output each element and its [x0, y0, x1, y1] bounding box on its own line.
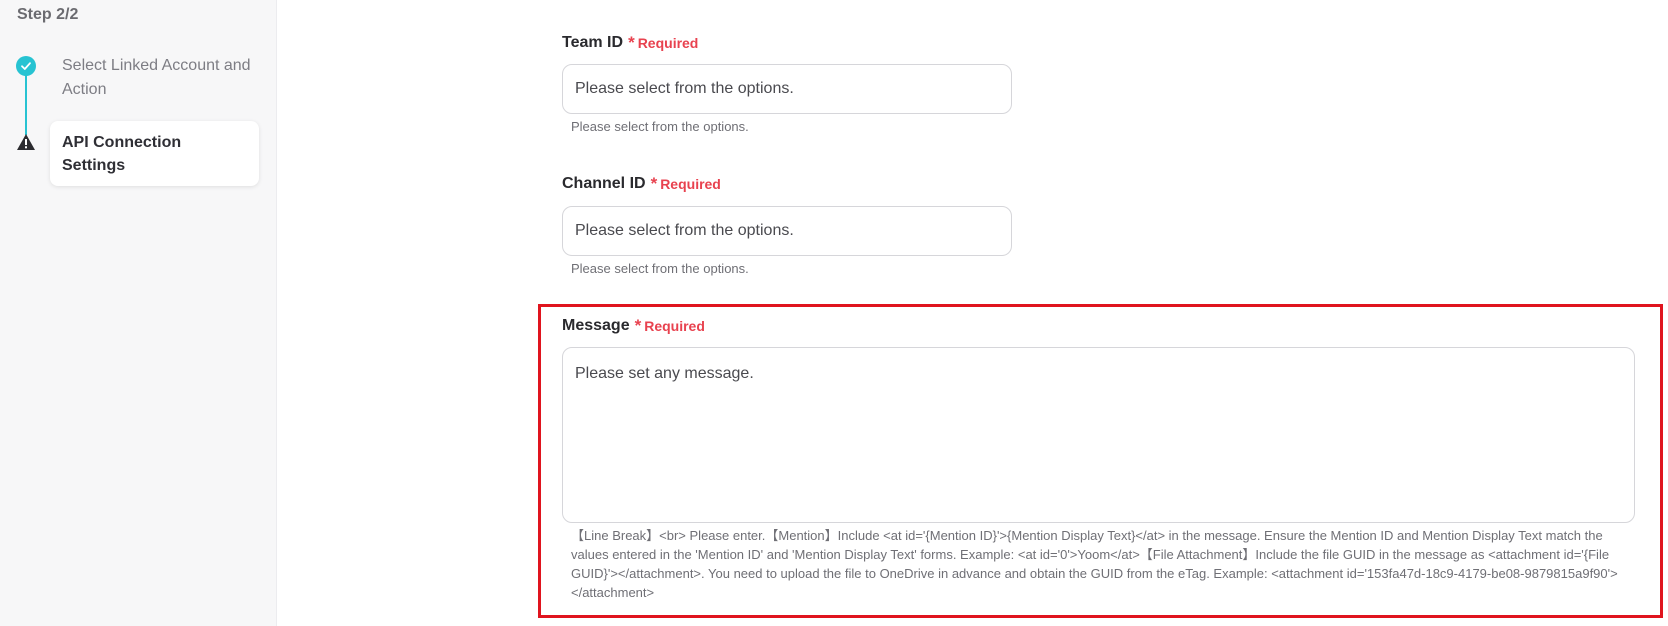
step-label: API Connection Settings: [62, 134, 182, 174]
check-icon: [16, 56, 36, 76]
required-text: Required: [637, 35, 699, 51]
required-star: *: [634, 316, 642, 335]
field-label-text: Team ID: [562, 34, 624, 51]
required-text: Required: [644, 318, 705, 334]
channel-id-hint: Please select from the options.: [571, 261, 749, 276]
field-label-text: Channel ID: [562, 175, 646, 192]
select-placeholder: Please select from the options.: [575, 222, 794, 239]
step-api-connection-settings[interactable]: API Connection Settings: [50, 121, 259, 186]
channel-id-label: Channel ID * Required: [562, 174, 721, 194]
required-star: *: [650, 174, 658, 193]
message-textarea[interactable]: Please set any message.: [562, 347, 1635, 523]
required-star: *: [628, 33, 635, 52]
textarea-placeholder: Please set any message.: [575, 365, 754, 382]
step-indicator: Step 2/2: [17, 6, 79, 23]
sidebar: Step 2/2 Select Linked Account and Actio…: [0, 0, 277, 626]
team-id-label: Team ID * Required: [562, 33, 698, 53]
team-id-select[interactable]: Please select from the options.: [562, 64, 1012, 114]
message-hint: 【Line Break】<br> Please enter.【Mention】I…: [571, 528, 1618, 600]
warning-icon: [17, 134, 35, 150]
required-text: Required: [660, 176, 721, 192]
channel-id-select[interactable]: Please select from the options.: [562, 206, 1012, 256]
message-label: Message * Required: [562, 316, 705, 336]
team-id-hint: Please select from the options.: [571, 119, 749, 134]
field-label-text: Message: [562, 317, 630, 334]
step-connector: [25, 73, 27, 135]
select-placeholder: Please select from the options.: [575, 80, 794, 97]
step-select-linked-account[interactable]: Select Linked Account and Action: [62, 54, 262, 102]
